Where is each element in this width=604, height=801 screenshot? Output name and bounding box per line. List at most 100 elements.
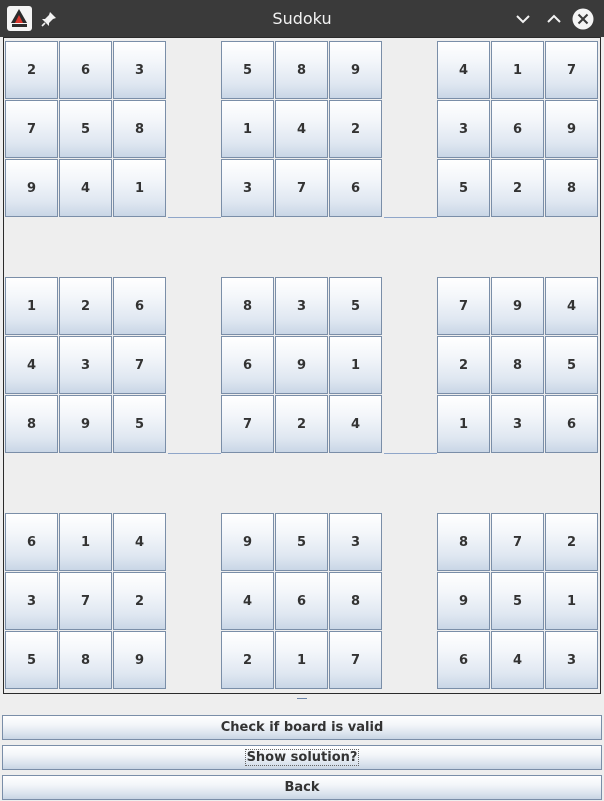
sudoku-cell[interactable]: 2	[221, 631, 274, 689]
sudoku-cell[interactable]: 7	[491, 513, 544, 571]
sudoku-cell[interactable]: 5	[5, 631, 58, 689]
sudoku-cell[interactable]: 3	[329, 513, 382, 571]
sudoku-cell[interactable]: 1	[275, 631, 328, 689]
title-bar[interactable]: Sudoku	[0, 0, 604, 37]
sudoku-cell[interactable]: 4	[437, 41, 490, 99]
sudoku-cell[interactable]: 2	[113, 572, 166, 630]
sudoku-cell[interactable]: 8	[221, 277, 274, 335]
sudoku-cell[interactable]: 3	[221, 159, 274, 217]
sudoku-cell[interactable]: 9	[275, 336, 328, 394]
sudoku-box-9: 8 7 2 9 5 1 6 4 3	[437, 513, 600, 691]
sudoku-cell[interactable]: 2	[59, 277, 112, 335]
sudoku-box-6: 7 9 4 2 8 5 1 3 6	[437, 277, 600, 455]
sudoku-cell[interactable]: 2	[275, 395, 328, 453]
sudoku-cell[interactable]: 4	[329, 395, 382, 453]
sudoku-cell[interactable]: 1	[5, 277, 58, 335]
sudoku-cell[interactable]: 5	[491, 572, 544, 630]
chevron-down-icon[interactable]	[512, 8, 534, 30]
sudoku-cell[interactable]: 4	[5, 336, 58, 394]
sudoku-cell[interactable]: 7	[221, 395, 274, 453]
back-label: Back	[284, 780, 320, 795]
sudoku-cell[interactable]: 9	[113, 631, 166, 689]
check-board-label: Check if board is valid	[220, 720, 384, 735]
sudoku-cell[interactable]: 9	[59, 395, 112, 453]
sudoku-box-4: 1 2 6 4 3 7 8 9 5	[5, 277, 168, 455]
sudoku-cell[interactable]: 8	[545, 159, 598, 217]
sudoku-box-8: 9 5 3 4 6 8 2 1 7	[221, 513, 384, 691]
sudoku-cell[interactable]: 6	[329, 159, 382, 217]
sudoku-cell[interactable]: 7	[113, 336, 166, 394]
sudoku-cell[interactable]: 2	[491, 159, 544, 217]
sudoku-cell[interactable]: 6	[113, 277, 166, 335]
sudoku-cell[interactable]: 5	[329, 277, 382, 335]
sudoku-cell[interactable]: 5	[275, 513, 328, 571]
sudoku-cell[interactable]: 2	[5, 41, 58, 99]
sudoku-cell[interactable]: 8	[113, 100, 166, 158]
sudoku-cell[interactable]: 2	[329, 100, 382, 158]
sudoku-cell[interactable]: 9	[545, 100, 598, 158]
back-button[interactable]: Back	[2, 775, 602, 800]
sudoku-cell[interactable]: 6	[5, 513, 58, 571]
sudoku-cell[interactable]: 1	[59, 513, 112, 571]
chevron-up-icon[interactable]	[543, 8, 565, 30]
sudoku-cell[interactable]: 4	[113, 513, 166, 571]
sudoku-cell[interactable]: 6	[59, 41, 112, 99]
sudoku-cell[interactable]: 1	[437, 395, 490, 453]
sudoku-cell[interactable]: 4	[545, 277, 598, 335]
sudoku-box-2: 5 8 9 1 4 2 3 7 6	[221, 41, 384, 219]
sudoku-cell[interactable]: 1	[545, 572, 598, 630]
sudoku-cell[interactable]: 3	[545, 631, 598, 689]
sudoku-cell[interactable]: 9	[5, 159, 58, 217]
show-solution-button[interactable]: Show solution?	[2, 745, 602, 770]
sudoku-cell[interactable]: 3	[5, 572, 58, 630]
sudoku-cell[interactable]: 4	[221, 572, 274, 630]
sudoku-cell[interactable]: 7	[437, 277, 490, 335]
sudoku-cell[interactable]: 7	[275, 159, 328, 217]
sudoku-cell[interactable]: 1	[491, 41, 544, 99]
sudoku-cell[interactable]: 5	[221, 41, 274, 99]
sudoku-cell[interactable]: 3	[437, 100, 490, 158]
sudoku-cell[interactable]: 8	[329, 572, 382, 630]
sudoku-cell[interactable]: 1	[329, 336, 382, 394]
board-divider	[168, 453, 221, 454]
sudoku-cell[interactable]: 7	[5, 100, 58, 158]
sudoku-cell[interactable]: 8	[437, 513, 490, 571]
sudoku-cell[interactable]: 5	[437, 159, 490, 217]
sudoku-cell[interactable]: 1	[113, 159, 166, 217]
sudoku-cell[interactable]: 2	[545, 513, 598, 571]
sudoku-cell[interactable]: 8	[59, 631, 112, 689]
sudoku-cell[interactable]: 8	[5, 395, 58, 453]
sudoku-cell[interactable]: 6	[545, 395, 598, 453]
sudoku-cell[interactable]: 5	[113, 395, 166, 453]
sudoku-cell[interactable]: 7	[545, 41, 598, 99]
sudoku-cell[interactable]: 7	[59, 572, 112, 630]
sudoku-cell[interactable]: 9	[221, 513, 274, 571]
board-divider	[384, 453, 437, 454]
sudoku-cell[interactable]: 6	[221, 336, 274, 394]
sudoku-cell[interactable]: 6	[275, 572, 328, 630]
sudoku-cell[interactable]: 6	[491, 100, 544, 158]
sudoku-cell[interactable]: 9	[491, 277, 544, 335]
sudoku-cell[interactable]: 9	[437, 572, 490, 630]
sudoku-cell[interactable]: 3	[59, 336, 112, 394]
sudoku-cell[interactable]: 1	[221, 100, 274, 158]
sudoku-cell[interactable]: 3	[113, 41, 166, 99]
sudoku-cell[interactable]: 5	[59, 100, 112, 158]
sudoku-cell[interactable]: 4	[59, 159, 112, 217]
sudoku-cell[interactable]: 4	[491, 631, 544, 689]
sudoku-cell[interactable]: 3	[275, 277, 328, 335]
sudoku-cell[interactable]: 2	[437, 336, 490, 394]
sudoku-cell[interactable]: 8	[275, 41, 328, 99]
sudoku-cell[interactable]: 9	[329, 41, 382, 99]
sudoku-cell[interactable]: 7	[329, 631, 382, 689]
sudoku-cell[interactable]: 3	[491, 395, 544, 453]
sudoku-cell[interactable]: 5	[545, 336, 598, 394]
sudoku-box-7: 6 1 4 3 7 2 5 8 9	[5, 513, 168, 691]
check-board-button[interactable]: Check if board is valid	[2, 715, 602, 740]
sudoku-cell[interactable]: 6	[437, 631, 490, 689]
split-pane-grip[interactable]	[297, 698, 307, 699]
sudoku-cell[interactable]: 8	[491, 336, 544, 394]
sudoku-box-1: 2 6 3 7 5 8 9 4 1	[5, 41, 168, 219]
sudoku-cell[interactable]: 4	[275, 100, 328, 158]
close-icon[interactable]	[572, 8, 594, 30]
